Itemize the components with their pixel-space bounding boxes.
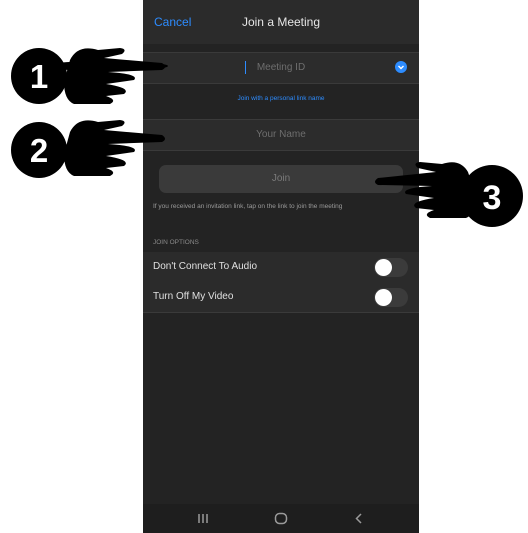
android-nav-bar xyxy=(143,504,419,533)
step-number-3: 3 xyxy=(483,179,502,217)
your-name-field[interactable]: Your Name xyxy=(143,119,419,151)
join-button[interactable]: Join xyxy=(159,165,403,193)
text-cursor xyxy=(245,61,246,74)
join-options-heading: JOIN OPTIONS xyxy=(153,239,199,246)
recents-icon[interactable] xyxy=(183,504,223,533)
option-label-audio: Don't Connect To Audio xyxy=(153,261,258,272)
step-marker-3: 3 xyxy=(375,162,523,227)
option-label-video: Turn Off My Video xyxy=(153,291,234,302)
video-toggle[interactable] xyxy=(374,288,408,307)
audio-toggle[interactable] xyxy=(374,258,408,277)
top-bar: Cancel Join a Meeting xyxy=(143,0,419,44)
meeting-id-placeholder: Meeting ID xyxy=(256,62,306,73)
pointing-hand-icon xyxy=(375,162,476,218)
back-icon[interactable] xyxy=(339,504,379,533)
toggle-knob xyxy=(375,289,392,306)
your-name-placeholder: Your Name xyxy=(256,129,306,140)
step-number-1: 1 xyxy=(30,58,48,95)
page-title: Join a Meeting xyxy=(241,15,321,29)
home-icon[interactable] xyxy=(261,504,301,533)
personal-link-button[interactable]: Join with a personal link name xyxy=(143,95,419,102)
step-number-2: 2 xyxy=(30,132,48,169)
step-marker-1: 1 xyxy=(11,48,168,104)
pointing-hand-icon xyxy=(64,120,165,176)
meeting-id-field[interactable]: Meeting ID xyxy=(143,52,419,84)
chevron-down-icon[interactable] xyxy=(395,61,407,73)
toggle-knob xyxy=(375,259,392,276)
phone-screen: Cancel Join a Meeting Meeting ID Join wi… xyxy=(143,0,419,533)
option-row-audio: Don't Connect To Audio xyxy=(143,252,419,283)
step-marker-2: 2 xyxy=(11,120,165,178)
option-row-video: Turn Off My Video xyxy=(143,282,419,313)
